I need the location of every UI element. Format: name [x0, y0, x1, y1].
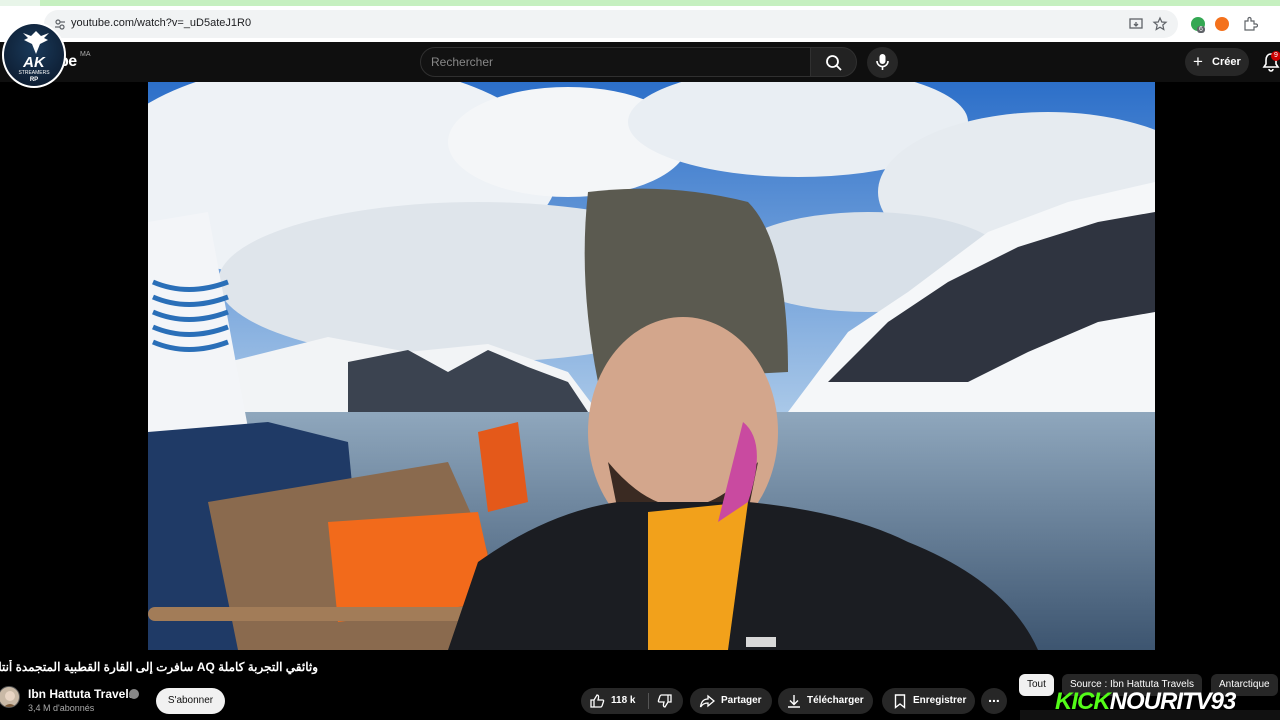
create-button[interactable]: + Créer: [1185, 48, 1249, 76]
share-label: Partager: [721, 695, 762, 706]
avatar-person-icon: [3, 691, 17, 707]
verified-check-icon: [129, 689, 139, 699]
create-label: Créer: [1212, 56, 1241, 68]
browser-toolbar: youtube.com/watch?v=_uD5ateJ1R0 6: [0, 6, 1280, 42]
channel-avatar[interactable]: [0, 686, 20, 708]
region-code: MA: [80, 51, 91, 58]
logo-subtext: STREAMERS: [18, 70, 50, 76]
save-label: Enregistrer: [913, 695, 967, 706]
logo-subtext-2: RP: [29, 77, 39, 83]
logo-ak-text: AK: [23, 54, 45, 71]
chip-all[interactable]: Tout: [1019, 674, 1054, 696]
video-player[interactable]: [148, 82, 1155, 650]
like-count[interactable]: 118 k: [611, 695, 635, 706]
search-button[interactable]: [810, 47, 857, 77]
plus-icon: +: [1193, 52, 1203, 71]
bookmark-star-icon[interactable]: [1152, 16, 1168, 32]
search-icon: [826, 55, 842, 71]
streamer-logo: AK STREAMERS RP: [2, 22, 66, 88]
more-actions-button[interactable]: ...: [981, 688, 1007, 714]
share-button[interactable]: Partager: [690, 688, 772, 714]
extension-orange-icon[interactable]: [1215, 17, 1229, 31]
stream-ticker: [1020, 710, 1280, 720]
share-arrow-icon: [699, 694, 715, 708]
eagle-icon: [23, 31, 49, 54]
subscribe-button[interactable]: S'abonner: [156, 688, 225, 714]
microphone-icon: [876, 54, 889, 70]
channel-name[interactable]: Ibn Hattuta Travels: [28, 687, 135, 701]
download-button[interactable]: Télécharger: [778, 688, 873, 714]
video-title: وثائقي التجربة كاملة AQ سافرت إلى القارة…: [0, 660, 318, 674]
voice-search-button[interactable]: [867, 47, 898, 78]
thumbs-up-icon[interactable]: [589, 693, 605, 709]
subscriber-count: 3,4 M d'abonnés: [28, 703, 95, 713]
notification-count-badge: 9: [1271, 51, 1280, 61]
like-divider: [648, 693, 649, 709]
download-label: Télécharger: [807, 695, 864, 706]
extensions-puzzle-icon[interactable]: [1242, 16, 1258, 32]
thumbs-down-icon[interactable]: [657, 693, 673, 709]
url-text: youtube.com/watch?v=_uD5ateJ1R0: [71, 17, 252, 29]
extension-badge: 6: [1197, 26, 1205, 33]
bookmark-icon: [894, 694, 906, 709]
search-placeholder: Rechercher: [431, 55, 494, 69]
install-app-icon[interactable]: [1128, 16, 1144, 32]
site-info-icon[interactable]: [54, 18, 66, 30]
save-button[interactable]: Enregistrer: [882, 688, 975, 714]
download-icon: [788, 695, 800, 708]
video-frame: [148, 82, 1155, 650]
like-dislike-group: 118 k: [581, 688, 683, 714]
